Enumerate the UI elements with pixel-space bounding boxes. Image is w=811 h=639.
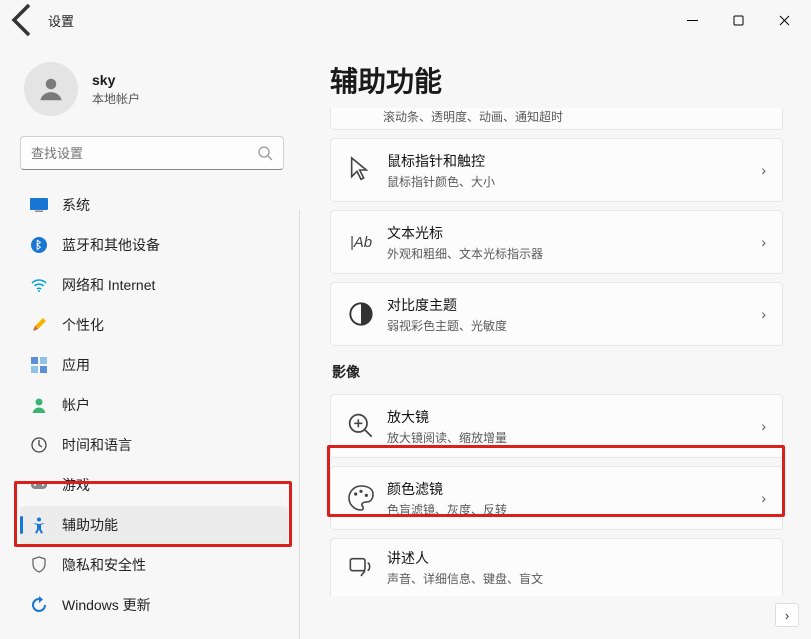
nav-item-time-language[interactable]: 时间和语言 xyxy=(20,426,288,464)
back-button[interactable] xyxy=(4,0,44,40)
card-title: 鼠标指针和触控 xyxy=(387,151,761,171)
card-desc: 外观和粗细、文本光标指示器 xyxy=(387,245,761,262)
card-title: 讲述人 xyxy=(387,548,766,568)
bluetooth-icon xyxy=(30,236,48,254)
nav-label: 时间和语言 xyxy=(62,435,132,455)
update-icon xyxy=(30,596,48,614)
nav-label: 隐私和安全性 xyxy=(62,555,146,575)
card-mouse-pointer[interactable]: 鼠标指针和触控 鼠标指针颜色、大小 › xyxy=(330,138,783,202)
avatar xyxy=(24,62,78,116)
card-narrator[interactable]: 讲述人 声音、详细信息、键盘、盲文 xyxy=(330,538,783,596)
card-text-cursor[interactable]: |Ab 文本光标 外观和粗细、文本光标指示器 › xyxy=(330,210,783,274)
wifi-icon xyxy=(30,276,48,294)
nav-label: Windows 更新 xyxy=(62,595,151,615)
card-color-filters[interactable]: 颜色滤镜 色盲滤镜、灰度、反转 › xyxy=(330,466,783,530)
chevron-right-icon: › xyxy=(761,418,766,434)
nav-item-system[interactable]: 系统 xyxy=(20,186,288,224)
search-input[interactable] xyxy=(31,146,257,161)
window-title: 设置 xyxy=(48,11,74,30)
mouse-pointer-icon xyxy=(345,154,377,186)
nav-item-personalization[interactable]: 个性化 xyxy=(20,306,288,344)
nav-item-privacy[interactable]: 隐私和安全性 xyxy=(20,546,288,584)
maximize-button[interactable] xyxy=(715,4,761,36)
titlebar: 设置 xyxy=(0,0,811,40)
card-desc: 弱视彩色主题、光敏度 xyxy=(387,317,761,334)
nav-item-network[interactable]: 网络和 Internet xyxy=(20,266,288,304)
user-account-type: 本地帐户 xyxy=(92,90,140,107)
close-button[interactable] xyxy=(761,4,807,36)
card-magnifier[interactable]: 放大镜 放大镜阅读、缩放增量 › xyxy=(330,394,783,458)
magnifier-plus-icon xyxy=(345,410,377,442)
close-icon xyxy=(779,15,790,26)
user-profile[interactable]: sky 本地帐户 xyxy=(18,52,290,136)
card-desc: 滚动条、透明度、动画、通知超时 xyxy=(383,108,563,125)
page-title: 辅助功能 xyxy=(330,60,783,100)
card-title: 对比度主题 xyxy=(387,295,761,315)
narrator-icon xyxy=(345,552,377,584)
card-title: 颜色滤镜 xyxy=(387,479,761,499)
brush-icon xyxy=(30,316,48,334)
gamepad-icon xyxy=(30,476,48,494)
account-icon xyxy=(30,396,48,414)
nav-label: 应用 xyxy=(62,355,90,375)
contrast-icon xyxy=(345,298,377,330)
nav-item-bluetooth[interactable]: 蓝牙和其他设备 xyxy=(20,226,288,264)
chevron-right-icon: › xyxy=(761,234,766,250)
search-icon xyxy=(257,145,273,161)
user-icon xyxy=(36,74,66,104)
system-icon xyxy=(30,196,48,214)
clock-globe-icon xyxy=(30,436,48,454)
scroll-indicator-button[interactable]: › xyxy=(775,603,799,627)
nav-label: 网络和 Internet xyxy=(62,275,155,295)
palette-icon xyxy=(345,482,377,514)
nav-item-accessibility[interactable]: 辅助功能 xyxy=(20,506,288,544)
card-desc: 色盲滤镜、灰度、反转 xyxy=(387,501,761,518)
section-label-vision: 影像 xyxy=(332,362,783,382)
nav-label: 蓝牙和其他设备 xyxy=(62,235,160,255)
nav-item-gaming[interactable]: 游戏 xyxy=(20,466,288,504)
minimize-icon xyxy=(687,15,698,26)
search-box[interactable] xyxy=(20,136,284,170)
shield-icon xyxy=(30,556,48,574)
sidebar: sky 本地帐户 系统 蓝牙和其他设备 网络和 Internet xyxy=(0,40,300,639)
card-contrast-themes[interactable]: 对比度主题 弱视彩色主题、光敏度 › xyxy=(330,282,783,346)
card-title: 放大镜 xyxy=(387,407,761,427)
arrow-left-icon xyxy=(4,0,44,40)
card-desc: 放大镜阅读、缩放增量 xyxy=(387,429,761,446)
nav-label: 游戏 xyxy=(62,475,90,495)
maximize-icon xyxy=(733,15,744,26)
card-visual-effects-partial[interactable]: 滚动条、透明度、动画、通知超时 xyxy=(330,108,783,130)
apps-icon xyxy=(30,356,48,374)
user-name: sky xyxy=(92,72,140,88)
chevron-right-icon: › xyxy=(761,490,766,506)
nav-label: 辅助功能 xyxy=(62,515,118,535)
nav-list: 系统 蓝牙和其他设备 网络和 Internet 个性化 应用 帐户 xyxy=(18,186,290,624)
text-cursor-icon: |Ab xyxy=(345,226,377,258)
accessibility-icon xyxy=(30,516,48,534)
nav-label: 帐户 xyxy=(62,395,90,415)
card-title: 文本光标 xyxy=(387,223,761,243)
main-panel: 辅助功能 滚动条、透明度、动画、通知超时 鼠标指针和触控 鼠标指针颜色、大小 ›… xyxy=(300,40,811,639)
nav-label: 个性化 xyxy=(62,315,104,335)
nav-label: 系统 xyxy=(62,195,90,215)
minimize-button[interactable] xyxy=(669,4,715,36)
nav-item-accounts[interactable]: 帐户 xyxy=(20,386,288,424)
nav-item-apps[interactable]: 应用 xyxy=(20,346,288,384)
card-desc: 声音、详细信息、键盘、盲文 xyxy=(387,570,766,587)
chevron-right-icon: › xyxy=(761,162,766,178)
card-desc: 鼠标指针颜色、大小 xyxy=(387,173,761,190)
nav-item-windows-update[interactable]: Windows 更新 xyxy=(20,586,288,624)
chevron-right-icon: › xyxy=(761,306,766,322)
